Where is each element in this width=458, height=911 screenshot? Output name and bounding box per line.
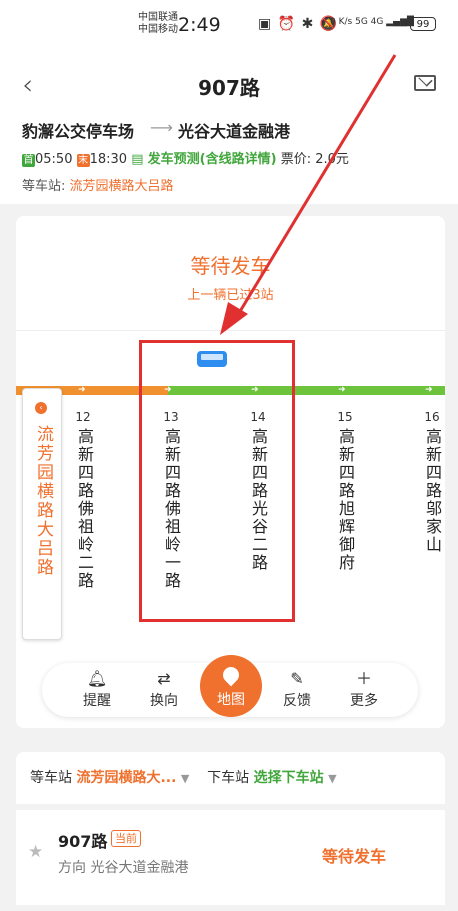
highlight-box: [139, 340, 295, 622]
station-selector: 等车站 流芳园横路大... ▼ 下车站 选择下车站 ▼: [30, 767, 337, 787]
status-bar: [0, 0, 458, 56]
divider: [16, 330, 445, 331]
battery-icon: 99: [410, 17, 436, 31]
waiting-station-label: 等车站:: [22, 179, 66, 194]
alight-station-label: 下车站: [207, 770, 250, 786]
swap-icon: ⇄: [157, 669, 171, 688]
stop-name[interactable]: 高新四路邬家山: [422, 428, 442, 554]
arrival-status: 等待发车: [190, 254, 271, 278]
schedule-line: 首 05:50 末 18:30 ▤ 发车预测(含线路详情) 票价: 2.0元: [22, 148, 349, 167]
page-title: 907路: [198, 76, 260, 100]
fare-label: 票价:: [280, 152, 312, 167]
mail-icon[interactable]: [414, 75, 436, 91]
alarm-icon: ⏰: [277, 16, 297, 32]
route-origin: 豹澥公交停车场: [22, 122, 135, 141]
route-arrow-icon: ⟶: [150, 118, 173, 137]
plus-icon: ＋: [355, 669, 372, 688]
clock: 2:49: [178, 14, 221, 36]
bluetooth-icon: ✱: [301, 16, 315, 32]
map-button[interactable]: 地图: [200, 655, 262, 717]
direction-arrow-icon: ➜: [425, 385, 433, 395]
more-label: 更多: [350, 693, 378, 709]
carrier-labels: 中国联通 中国移动: [138, 12, 178, 36]
stop-number: 16: [424, 410, 440, 424]
chevron-left-icon: ‹: [35, 402, 47, 414]
board-station-value[interactable]: 流芳园横路大...: [76, 770, 176, 786]
route-destination: 光谷大道金融港: [178, 122, 291, 141]
waiting-station-value[interactable]: 流芳园横路大吕路: [70, 179, 174, 194]
bell-icon: 🔔︎: [86, 669, 108, 688]
map-pin-icon: [219, 663, 243, 687]
carrier-1: 中国联通: [138, 12, 178, 23]
stop-name[interactable]: 高新四路旭辉御府: [335, 428, 355, 572]
map-label: 地图: [217, 692, 245, 708]
chevron-down-icon[interactable]: ▼: [328, 772, 336, 785]
chevron-down-icon[interactable]: ▼: [181, 772, 189, 785]
board-station-label: 等车站: [30, 770, 72, 786]
nfc-icon: ▣: [258, 16, 273, 32]
stop-name[interactable]: 高新四路佛祖岭二路: [74, 428, 94, 590]
fare-value: 2.0元: [315, 152, 349, 167]
first-bus-time: 05:50: [35, 152, 73, 167]
feedback-label: 反馈: [283, 693, 311, 709]
star-icon[interactable]: ★: [28, 842, 43, 862]
first-bus-tag: 首: [22, 154, 35, 167]
direction-arrow-icon: ➜: [338, 385, 346, 395]
net-speed: 0 K/s: [330, 17, 353, 27]
stop-number: 15: [337, 410, 353, 424]
switch-direction-button[interactable]: ⇄ 换向: [139, 668, 189, 710]
document-icon: ▤: [131, 152, 144, 167]
edit-icon: ✎: [290, 669, 304, 688]
stop-number: 12: [75, 410, 91, 424]
switch-label: 换向: [150, 693, 178, 709]
remind-label: 提醒: [83, 693, 111, 709]
direction-arrow-icon: ➜: [78, 385, 86, 395]
last-bus-tag: 末: [76, 154, 90, 167]
more-button[interactable]: ＋ 更多: [339, 668, 389, 710]
route-item-status: 等待发车: [322, 847, 387, 866]
feedback-button[interactable]: ✎ 反馈: [272, 668, 322, 710]
net-labels: 5G 4G: [355, 17, 384, 27]
current-stop-name: 流芳园横路大吕路: [33, 425, 53, 577]
system-icons: ▣ ⏰ ✱ 🔕: [258, 16, 338, 32]
route-item-direction: 方向 光谷大道金融港: [58, 860, 189, 876]
last-bus-time: 18:30: [89, 152, 128, 167]
current-badge: 当前: [111, 830, 141, 847]
waiting-station-line: 等车站: 流芳园横路大吕路: [22, 175, 174, 194]
network-info: 0 K/s 5G 4G ▂▄▆█: [330, 17, 414, 27]
alight-station-value[interactable]: 选择下车站: [254, 770, 324, 786]
route-item-name: 907路: [58, 832, 108, 851]
carrier-2: 中国移动: [138, 24, 178, 35]
predict-link[interactable]: ▤ 发车预测(含线路详情): [131, 152, 276, 167]
remind-button[interactable]: 🔔︎ 提醒: [72, 668, 122, 710]
arrival-substatus: 上一辆已过3站: [187, 288, 274, 303]
